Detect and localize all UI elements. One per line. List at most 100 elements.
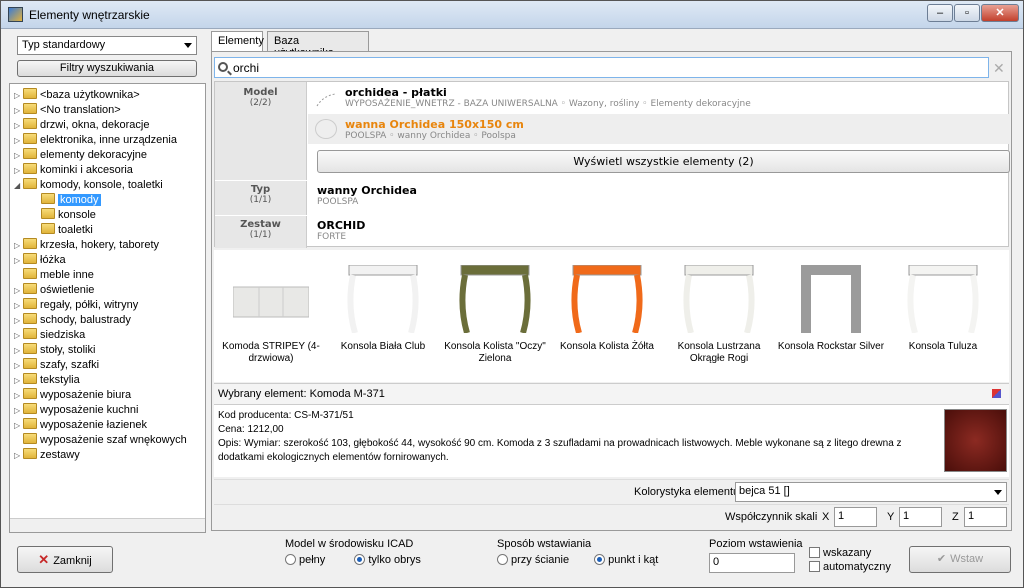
expander-icon[interactable]: ▷	[14, 403, 23, 418]
tab-elementy[interactable]: Elementy	[211, 31, 264, 52]
gallery-item[interactable]: Konsola Biała Club	[328, 250, 438, 353]
search-results: Model (2/2) orchidea - płatki WYPOSAŻENI…	[214, 81, 1010, 248]
gallery-item[interactable]: Konsola Kolista "Oczy" Zielona	[440, 250, 550, 365]
furniture-thumbnail	[793, 265, 869, 333]
folder-icon	[23, 163, 37, 174]
main-window: Elementy wnętrzarskie – ▫ ✕ Typ standard…	[0, 0, 1024, 588]
radio-pelny[interactable]: pełny	[285, 554, 325, 566]
expander-icon[interactable]: ▷	[14, 148, 23, 163]
insert-button[interactable]: ✔ Wstaw	[909, 546, 1011, 573]
level-input[interactable]: 0	[709, 553, 795, 573]
expander-icon[interactable]: ▷	[14, 88, 23, 103]
tree-node[interactable]: ▷ szafy, szafki	[14, 358, 99, 373]
expander-icon[interactable]: ▷	[14, 358, 23, 373]
color-row: Kolorystyka elementu bejca 51 []	[214, 479, 1009, 503]
gallery-item[interactable]: Konsola Lustrzana Okrągłe Rogi	[664, 250, 774, 365]
expander-icon[interactable]: ▷	[14, 418, 23, 433]
close-window-button[interactable]: ✕	[981, 4, 1019, 22]
radio-przy-scianie[interactable]: przy ścianie	[497, 554, 569, 566]
scale-y-input[interactable]: 1	[899, 507, 942, 527]
scale-z-input[interactable]: 1	[964, 507, 1007, 527]
clear-search-icon[interactable]: ✕	[993, 60, 1005, 77]
expander-icon[interactable]: ▷	[14, 163, 23, 178]
result-wanna-orchidea[interactable]: wanna Orchidea 150x150 cm POOLSPA ◦ wann…	[345, 118, 524, 141]
tree-node[interactable]: ▷ krzesła, hokery, taborety	[14, 238, 159, 253]
model-category: Model (2/2)	[215, 82, 307, 180]
tree-node[interactable]: konsole	[32, 208, 96, 223]
radio-przy-scianie-label: przy ścianie	[511, 554, 570, 566]
expander-icon[interactable]: ▷	[14, 118, 23, 133]
check-automatyczny[interactable]: automatyczny	[809, 561, 891, 573]
expander-icon[interactable]: ▷	[14, 103, 23, 118]
radio-punkt-i-kat[interactable]: punkt i kąt	[594, 554, 658, 566]
expander-icon[interactable]: ▷	[14, 343, 23, 358]
tree-node[interactable]: ▷ łóżka	[14, 253, 66, 268]
tree-horizontal-scrollbar[interactable]	[10, 518, 205, 532]
expander-icon[interactable]: ▷	[14, 298, 23, 313]
expander-icon[interactable]: ▷	[14, 388, 23, 403]
tree-node[interactable]: ▷ <baza użytkownika>	[14, 88, 140, 103]
tree-node-label: kominki i akcesoria	[40, 164, 133, 176]
tree-node[interactable]: ▷ zestawy	[14, 448, 80, 463]
furniture-thumbnail	[232, 265, 310, 333]
folder-icon	[23, 448, 37, 459]
tree-node-label: wyposażenie kuchni	[40, 404, 139, 416]
result-zestaw[interactable]: ORCHID FORTE	[317, 219, 365, 242]
expander-icon[interactable]: ▷	[14, 133, 23, 148]
expander-icon[interactable]: ▷	[14, 253, 23, 268]
search-input[interactable]: orchi	[214, 57, 989, 78]
gallery-item[interactable]: Komoda STRIPEY (4-drzwiowa)	[216, 250, 326, 365]
minimize-button[interactable]: –	[927, 4, 953, 22]
tree-node[interactable]: ▷ <No translation>	[14, 103, 121, 118]
result-name: wanny Orchidea	[317, 184, 417, 197]
producer-code: Kod producenta: CS-M-371/51	[218, 410, 354, 421]
expander-icon[interactable]: ▷	[14, 313, 23, 328]
tree-node[interactable]: ▷ kominki i akcesoria	[14, 163, 133, 178]
tree-node[interactable]: toaletki	[32, 223, 93, 238]
tree-node[interactable]: ▷ regały, półki, witryny	[14, 298, 138, 313]
expander-icon[interactable]: ▷	[14, 328, 23, 343]
tree-node[interactable]: ▷ wyposażenie biura	[14, 388, 131, 403]
expander-icon[interactable]: ▷	[14, 448, 23, 463]
expander-icon[interactable]: ▷	[14, 283, 23, 298]
tree-node[interactable]: ▷ siedziska	[14, 328, 85, 343]
tree-node[interactable]: meble inne	[14, 268, 94, 283]
tree-node[interactable]: ▷ drzwi, okna, dekoracje	[14, 118, 149, 133]
tree-node[interactable]: ▷ tekstylia	[14, 373, 80, 388]
tree-node[interactable]: ▷ elementy dekoracyjne	[14, 148, 147, 163]
gallery-item[interactable]: Konsola Tuluza	[888, 250, 998, 353]
show-all-button[interactable]: Wyświetl wszystkie elementy (2)	[317, 150, 1010, 173]
expander-icon[interactable]: ◢	[14, 178, 23, 193]
tree-node[interactable]: ◢ komody, konsole, toaletki	[14, 178, 163, 193]
tree-node-label: szafy, szafki	[40, 359, 100, 371]
tree-node[interactable]: wyposażenie szaf wnękowych	[14, 433, 187, 448]
expander-icon[interactable]: ▷	[14, 373, 23, 388]
tree-node[interactable]: ▷ schody, balustrady	[14, 313, 131, 328]
color-select[interactable]: bejca 51 []	[735, 482, 1007, 502]
result-typ[interactable]: wanny Orchidea POOLSPA	[317, 184, 417, 207]
tree-node-label: toaletki	[58, 224, 93, 236]
tree-node[interactable]: komody	[32, 193, 101, 208]
bottom-bar: ✕ Zamknij Model w środowisku ICAD pełny t…	[1, 535, 1023, 587]
gallery-item[interactable]: Konsola Rockstar Silver	[776, 250, 886, 353]
category-tree[interactable]: ▷ <baza użytkownika> ▷ <No translation> ▷ drz…	[9, 83, 206, 533]
gallery-item-label: Konsola Lustrzana Okrągłe Rogi	[677, 341, 761, 364]
tree-node[interactable]: ▷ oświetlenie	[14, 283, 94, 298]
close-button[interactable]: ✕ Zamknij	[17, 546, 113, 573]
maximize-button[interactable]: ▫	[954, 4, 980, 22]
zestaw-category-label: Zestaw	[240, 219, 281, 230]
tree-node[interactable]: ▷ elektronika, inne urządzenia	[14, 133, 177, 148]
result-orchidea-platki[interactable]: orchidea - płatki WYPOSAŻENIE_WNETRZ - B…	[345, 86, 751, 109]
tree-node[interactable]: ▷ wyposażenie łazienek	[14, 418, 147, 433]
filters-button[interactable]: Filtry wyszukiwania	[17, 60, 197, 77]
tree-node[interactable]: ▷ wyposażenie kuchni	[14, 403, 138, 418]
type-combo[interactable]: Typ standardowy	[17, 36, 197, 55]
radio-tylko-obrys[interactable]: tylko obrys	[354, 554, 421, 566]
tree-node-label: wyposażenie łazienek	[40, 419, 148, 431]
tree-node[interactable]: ▷ stoły, stoliki	[14, 343, 95, 358]
check-wskazany[interactable]: wskazany	[809, 547, 871, 559]
tab-baza-uzytkownika[interactable]: Baza użytkownika	[267, 31, 369, 59]
expander-icon[interactable]: ▷	[14, 238, 23, 253]
gallery-item[interactable]: Konsola Kolista Żółta	[552, 250, 662, 353]
scale-x-input[interactable]: 1	[834, 507, 877, 527]
